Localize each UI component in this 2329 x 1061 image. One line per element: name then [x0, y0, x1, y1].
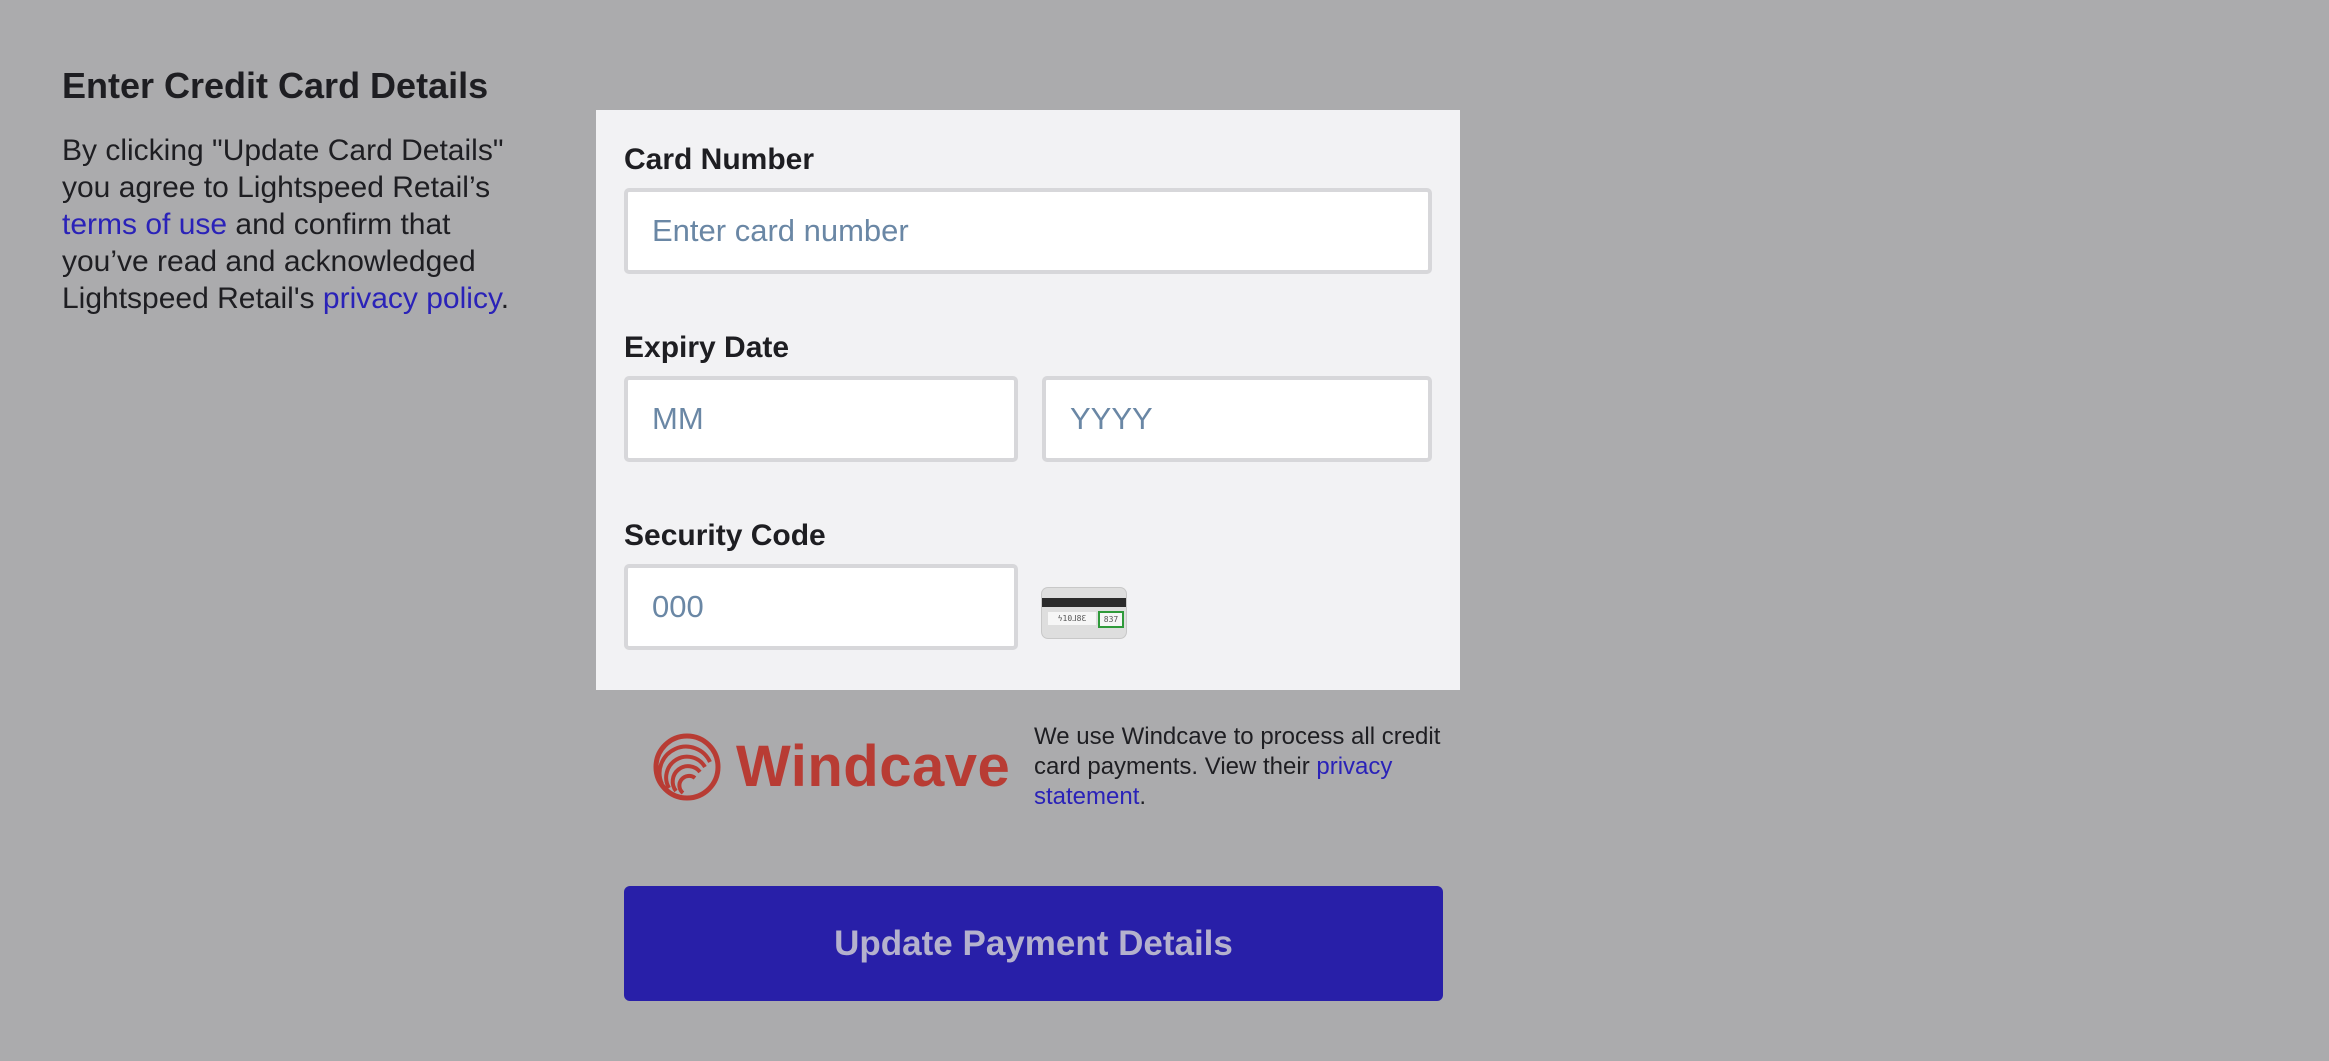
payment-processor-info: Windcave We use Windcave to process all … [652, 722, 1452, 812]
info-panel: Enter Credit Card Details By clicking "U… [62, 62, 532, 317]
consent-text-start: By clicking "Update Card Details" you ag… [62, 134, 504, 204]
card-signature-strip: ϟ10⅃8Ɛ [1048, 612, 1096, 625]
windcave-wordmark: Windcave [736, 734, 1011, 799]
security-code-label: Security Code [624, 519, 826, 552]
card-magnetic-stripe [1042, 598, 1126, 607]
page-title: Enter Credit Card Details [62, 65, 489, 106]
update-payment-details-button[interactable]: Update Payment Details [624, 886, 1443, 1001]
processor-notice: We use Windcave to process all credit ca… [1034, 722, 1454, 812]
expiry-year-input[interactable] [1042, 376, 1432, 462]
card-details-form: Card Number Expiry Date Security Code ϟ1… [596, 110, 1460, 690]
processor-notice-end: . [1139, 783, 1147, 810]
security-code-input[interactable] [624, 564, 1018, 650]
expiry-month-input[interactable] [624, 376, 1018, 462]
card-back-cvv-icon: ϟ10⅃8Ɛ 837 [1042, 588, 1126, 638]
windcave-logo-icon [653, 733, 721, 801]
card-cvv-highlight: 837 [1098, 611, 1124, 628]
consent-text: By clicking "Update Card Details" you ag… [62, 132, 532, 317]
expiry-date-label: Expiry Date [624, 331, 790, 364]
card-number-label: Card Number [624, 143, 815, 176]
windcave-logo: Windcave [652, 732, 1010, 802]
privacy-policy-link[interactable]: privacy policy [323, 282, 501, 315]
card-number-input[interactable] [624, 188, 1432, 274]
terms-of-use-link[interactable]: terms of use [62, 208, 227, 241]
consent-text-end: . [500, 282, 510, 315]
